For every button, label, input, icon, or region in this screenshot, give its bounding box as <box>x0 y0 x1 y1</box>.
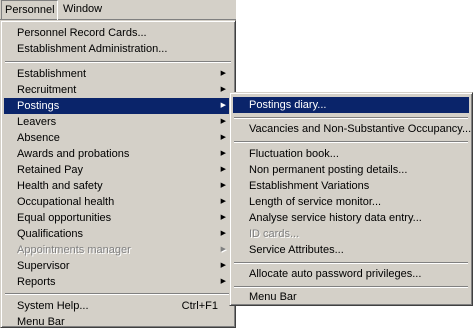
menu-item-label: Menu Bar <box>17 316 65 328</box>
submenu-arrow-icon: ▶ <box>220 118 226 125</box>
submenu-arrow-icon: ▶ <box>220 278 226 285</box>
menu-item-label: Health and safety <box>17 180 103 192</box>
menu-item-recruitment[interactable]: Recruitment ▶ <box>4 82 232 98</box>
menu-bar: Personnel Window <box>0 0 236 20</box>
menu-item-shortcut: Ctrl+F1 <box>181 300 218 312</box>
menu-item-system-help[interactable]: System Help... Ctrl+F1 <box>4 298 232 314</box>
menu-separator <box>234 141 468 143</box>
menu-item-appointments-manager: Appointments manager ▶ <box>4 242 232 258</box>
menu-separator <box>5 293 231 295</box>
menu-item-establishment[interactable]: Establishment ▶ <box>4 66 232 82</box>
menu-separator <box>234 262 468 264</box>
submenu-arrow-icon: ▶ <box>220 182 226 189</box>
menu-item-label: Length of service monitor... <box>249 196 382 208</box>
menu-item-label: Menu Bar <box>249 291 297 303</box>
menu-item-equal-opportunities[interactable]: Equal opportunities ▶ <box>4 210 232 226</box>
menu-item-health-and-safety[interactable]: Health and safety ▶ <box>4 178 232 194</box>
menu-item-awards-and-probations[interactable]: Awards and probations ▶ <box>4 146 232 162</box>
menu-item-reports[interactable]: Reports ▶ <box>4 274 232 290</box>
menu-item-postings[interactable]: Postings ▶ <box>4 98 232 114</box>
menu-item-label: Establishment Administration... <box>17 43 168 55</box>
menu-item-label: Service Attributes... <box>249 244 344 256</box>
menu-item-label: Qualifications <box>17 228 84 240</box>
postings-submenu: Postings diary... Vacancies and Non-Subs… <box>229 92 473 306</box>
submenu-item-fluctuation-book[interactable]: Fluctuation book... <box>233 146 469 162</box>
menu-item-label: Retained Pay <box>17 164 84 176</box>
menubar-item-personnel[interactable]: Personnel <box>1 0 58 20</box>
submenu-arrow-icon: ▶ <box>220 166 226 173</box>
menu-item-label: Fluctuation book... <box>249 148 339 160</box>
menu-item-label: System Help... <box>17 300 89 312</box>
submenu-arrow-icon: ▶ <box>220 262 226 269</box>
submenu-arrow-icon: ▶ <box>220 230 226 237</box>
menu-item-absence[interactable]: Absence ▶ <box>4 130 232 146</box>
personnel-menu: Personnel Record Cards... Establishment … <box>0 20 236 328</box>
menu-separator <box>234 286 468 288</box>
menu-item-label: Leavers <box>17 116 57 128</box>
submenu-item-vacancies[interactable]: Vacancies and Non-Substantive Occupancy.… <box>233 121 472 137</box>
menu-item-leavers[interactable]: Leavers ▶ <box>4 114 232 130</box>
submenu-item-allocate-auto-password[interactable]: Allocate auto password privileges... <box>233 266 469 282</box>
menu-item-label: Analyse service history data entry... <box>249 212 422 224</box>
menu-separator <box>5 61 231 63</box>
submenu-item-postings-diary[interactable]: Postings diary... <box>233 97 469 113</box>
submenu-item-id-cards: ID cards... <box>233 226 469 242</box>
submenu-item-service-attributes[interactable]: Service Attributes... <box>233 242 469 258</box>
submenu-arrow-icon: ▶ <box>220 86 226 93</box>
menubar-item-window[interactable]: Window <box>60 0 112 20</box>
menu-item-label: Vacancies and Non-Substantive Occupancy.… <box>249 123 472 135</box>
submenu-arrow-icon: ▶ <box>220 246 226 253</box>
menu-item-label: Reports <box>17 276 56 288</box>
menu-item-label: Occupational health <box>17 196 115 208</box>
submenu-arrow-icon: ▶ <box>220 150 226 157</box>
menu-item-label: Absence <box>17 132 60 144</box>
submenu-item-establishment-variations[interactable]: Establishment Variations <box>233 178 469 194</box>
menu-item-label: Non permanent posting details... <box>249 164 408 176</box>
menu-item-label: Allocate auto password privileges... <box>249 268 422 280</box>
submenu-arrow-icon: ▶ <box>220 198 226 205</box>
menu-item-label: Equal opportunities <box>17 212 112 224</box>
submenu-item-menu-bar[interactable]: Menu Bar <box>233 289 469 305</box>
menu-item-occupational-health[interactable]: Occupational health ▶ <box>4 194 232 210</box>
menu-item-label: Establishment <box>17 68 87 80</box>
menu-item-label: Establishment Variations <box>249 180 370 192</box>
menu-item-label: Supervisor <box>17 260 70 272</box>
submenu-arrow-icon: ▶ <box>220 70 226 77</box>
menu-item-label: Recruitment <box>17 84 77 96</box>
menu-item-label: Personnel Record Cards... <box>17 27 147 39</box>
menu-item-personnel-record-cards[interactable]: Personnel Record Cards... <box>4 25 232 41</box>
submenu-item-length-of-service-monitor[interactable]: Length of service monitor... <box>233 194 469 210</box>
menu-item-supervisor[interactable]: Supervisor ▶ <box>4 258 232 274</box>
submenu-arrow-icon: ▶ <box>220 214 226 221</box>
submenu-item-analyse-service-history[interactable]: Analyse service history data entry... <box>233 210 469 226</box>
menu-item-menu-bar[interactable]: Menu Bar <box>4 314 232 330</box>
menu-separator <box>234 117 468 119</box>
menu-item-establishment-administration[interactable]: Establishment Administration... <box>4 41 232 57</box>
menu-item-label: Postings <box>17 100 60 112</box>
menu-item-qualifications[interactable]: Qualifications ▶ <box>4 226 232 242</box>
menu-item-label: Awards and probations <box>17 148 130 160</box>
submenu-arrow-icon: ▶ <box>220 102 226 109</box>
menu-item-retained-pay[interactable]: Retained Pay ▶ <box>4 162 232 178</box>
submenu-arrow-icon: ▶ <box>220 134 226 141</box>
menu-item-label: Appointments manager <box>17 244 131 256</box>
menu-item-label: ID cards... <box>249 228 300 240</box>
menu-item-label: Postings diary... <box>249 99 327 111</box>
submenu-item-non-permanent-posting-details[interactable]: Non permanent posting details... <box>233 162 469 178</box>
